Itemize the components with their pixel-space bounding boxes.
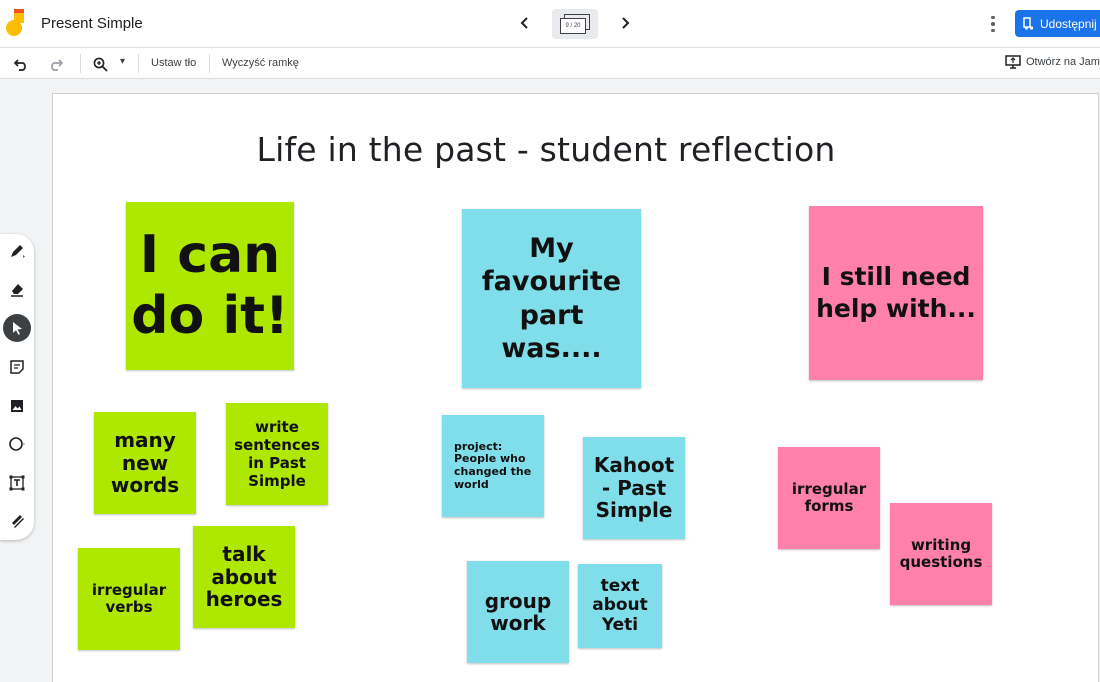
sticky-note-text-yeti[interactable]: text about Yeti (578, 564, 662, 648)
jamboard-logo-icon (6, 9, 24, 36)
clear-frame-button[interactable]: Wyczyść ramkę (222, 57, 299, 69)
redo-icon (51, 59, 64, 71)
tool-palette (0, 234, 34, 540)
share-button-label: Udostępnij (1040, 16, 1097, 31)
circle-shape-icon (9, 437, 25, 451)
next-frame-button[interactable] (614, 12, 636, 34)
frames-icon: 9 / 20 (560, 14, 590, 34)
sticky-note-many-words[interactable]: many new words (94, 412, 196, 514)
zoom-button[interactable] (90, 54, 110, 74)
sticky-note-group-work[interactable]: group work (467, 561, 569, 663)
sticky-note-can-do[interactable]: I can do it! (126, 202, 294, 370)
eraser-tool[interactable] (3, 275, 31, 303)
chevron-left-icon (520, 17, 528, 29)
share-button[interactable]: Udostępnij (1015, 10, 1100, 37)
open-in-jamboard-button[interactable]: Otwórz na Jamb (1005, 55, 1100, 69)
text-box-icon (9, 475, 25, 491)
more-options-icon[interactable] (985, 13, 1001, 35)
zoom-dropdown-caret[interactable]: ▾ (120, 56, 125, 67)
text-box-tool[interactable] (3, 469, 31, 497)
sticky-note-write-sentences[interactable]: write sentences in Past Simple (226, 403, 328, 505)
sticky-note-icon (10, 360, 24, 374)
sticky-note-favourite-part[interactable]: My favourite part was.... (462, 209, 641, 388)
undo-button[interactable] (11, 54, 31, 74)
laser-tool[interactable] (3, 507, 31, 535)
redo-button[interactable] (46, 54, 66, 74)
chevron-right-icon (622, 17, 630, 29)
zoom-in-icon (93, 57, 108, 72)
sticky-note-talk-heroes[interactable]: talk about heroes (193, 526, 295, 628)
frame-bar-button[interactable]: 9 / 20 (552, 9, 598, 39)
document-title[interactable]: Present Simple (41, 15, 143, 32)
sticky-note-tool[interactable] (3, 353, 31, 381)
pen-icon (11, 245, 25, 258)
select-cursor-icon (13, 322, 22, 335)
image-tool[interactable] (3, 392, 31, 420)
sticky-note-irregular-forms[interactable]: irregular forms (778, 447, 880, 549)
sticky-note-project[interactable]: project: People who changed the world (442, 415, 544, 517)
laser-icon (12, 515, 24, 528)
undo-icon (13, 59, 26, 71)
present-screen-icon (1005, 55, 1021, 69)
open-in-jamboard-label: Otwórz na Jamb (1026, 56, 1100, 68)
toolbar: ▾ Ustaw tło Wyczyść ramkę Otwórz na Jamb (0, 48, 1100, 79)
sticky-note-kahoot[interactable]: Kahoot - Past Simple (583, 437, 685, 539)
shape-tool[interactable] (3, 430, 31, 458)
select-tool[interactable] (3, 314, 31, 342)
pen-tool[interactable] (3, 237, 31, 265)
set-background-button[interactable]: Ustaw tło (151, 57, 196, 69)
board-title[interactable]: Life in the past - student reflection (53, 130, 1039, 169)
sticky-note-writing-questions[interactable]: writing questions (890, 503, 992, 605)
jam-canvas[interactable]: Life in the past - student reflection I … (52, 93, 1099, 682)
previous-frame-button[interactable] (514, 12, 536, 34)
sticky-note-need-help[interactable]: I still need help with... (809, 206, 983, 380)
sticky-note-irregular-verbs[interactable]: irregular verbs (78, 548, 180, 650)
eraser-icon (11, 284, 23, 297)
share-people-icon (1023, 17, 1034, 30)
top-bar: Present Simple 9 / 20 Udostępnij (0, 0, 1100, 48)
frame-indicator: 9 / 20 (560, 18, 586, 34)
image-icon (11, 400, 23, 412)
